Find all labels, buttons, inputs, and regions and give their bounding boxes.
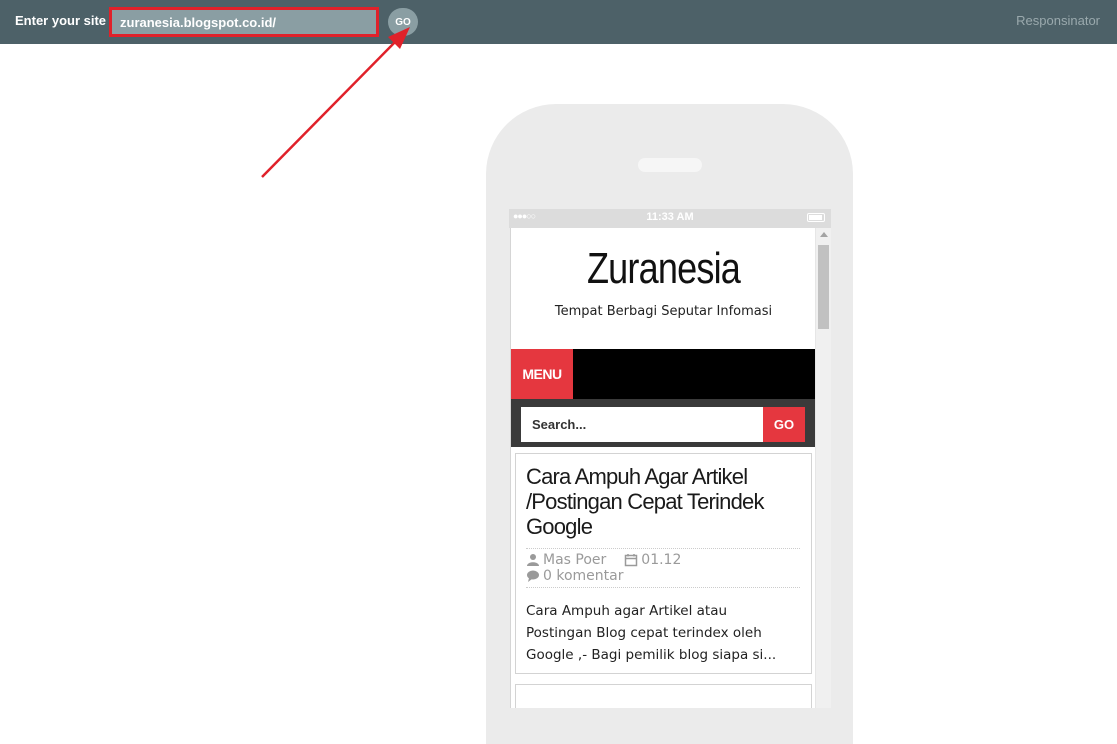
status-time: 11:33 AM: [646, 211, 694, 223]
brand-link[interactable]: Responsinator: [1016, 13, 1100, 28]
post-title[interactable]: Cara Ampuh Agar Artikel /Postingan Cepat…: [526, 464, 806, 539]
search-input[interactable]: [521, 407, 763, 442]
comment-icon: [527, 570, 539, 582]
post-card: Cara Ampuh Agar Artikel /Postingan Cepat…: [515, 453, 812, 674]
site-tagline: Tempat Berbagi Seputar Infomasi: [554, 304, 773, 319]
annotation-arrow: [261, 27, 410, 178]
scroll-up-icon[interactable]: [820, 232, 828, 237]
battery-icon: [807, 213, 825, 222]
screen-scrollbar[interactable]: [815, 228, 831, 708]
post-comments[interactable]: 0 komentar: [543, 568, 623, 584]
phone-screen[interactable]: Zuranesia Tempat Berbagi Seputar Infomas…: [510, 228, 831, 708]
post-meta: Mas Poer 01.12 0 komentar: [526, 548, 800, 588]
search-bar: GO: [511, 399, 816, 447]
calendar-icon: [625, 554, 638, 567]
phone-status-bar: ●●●○○ 11:33 AM: [509, 209, 831, 228]
post-author[interactable]: Mas Poer: [543, 552, 606, 568]
post-date: 01.12: [641, 552, 682, 568]
phone-speaker: [638, 158, 702, 172]
arrow-line: [261, 36, 401, 178]
search-go-button[interactable]: GO: [763, 407, 805, 442]
user-icon: [527, 554, 539, 566]
site-title[interactable]: Zuranesia: [538, 244, 788, 294]
menu-button[interactable]: MENU: [511, 349, 573, 399]
next-post-card: [515, 684, 812, 708]
site-input-label: Enter your site: [15, 13, 107, 28]
top-bar: Enter your site GO Responsinator: [0, 0, 1117, 44]
post-excerpt: Cara Ampuh agar Artikel atau Postingan B…: [526, 603, 777, 663]
scrollbar-thumb[interactable]: [818, 245, 829, 329]
menu-bar: MENU: [511, 349, 816, 399]
